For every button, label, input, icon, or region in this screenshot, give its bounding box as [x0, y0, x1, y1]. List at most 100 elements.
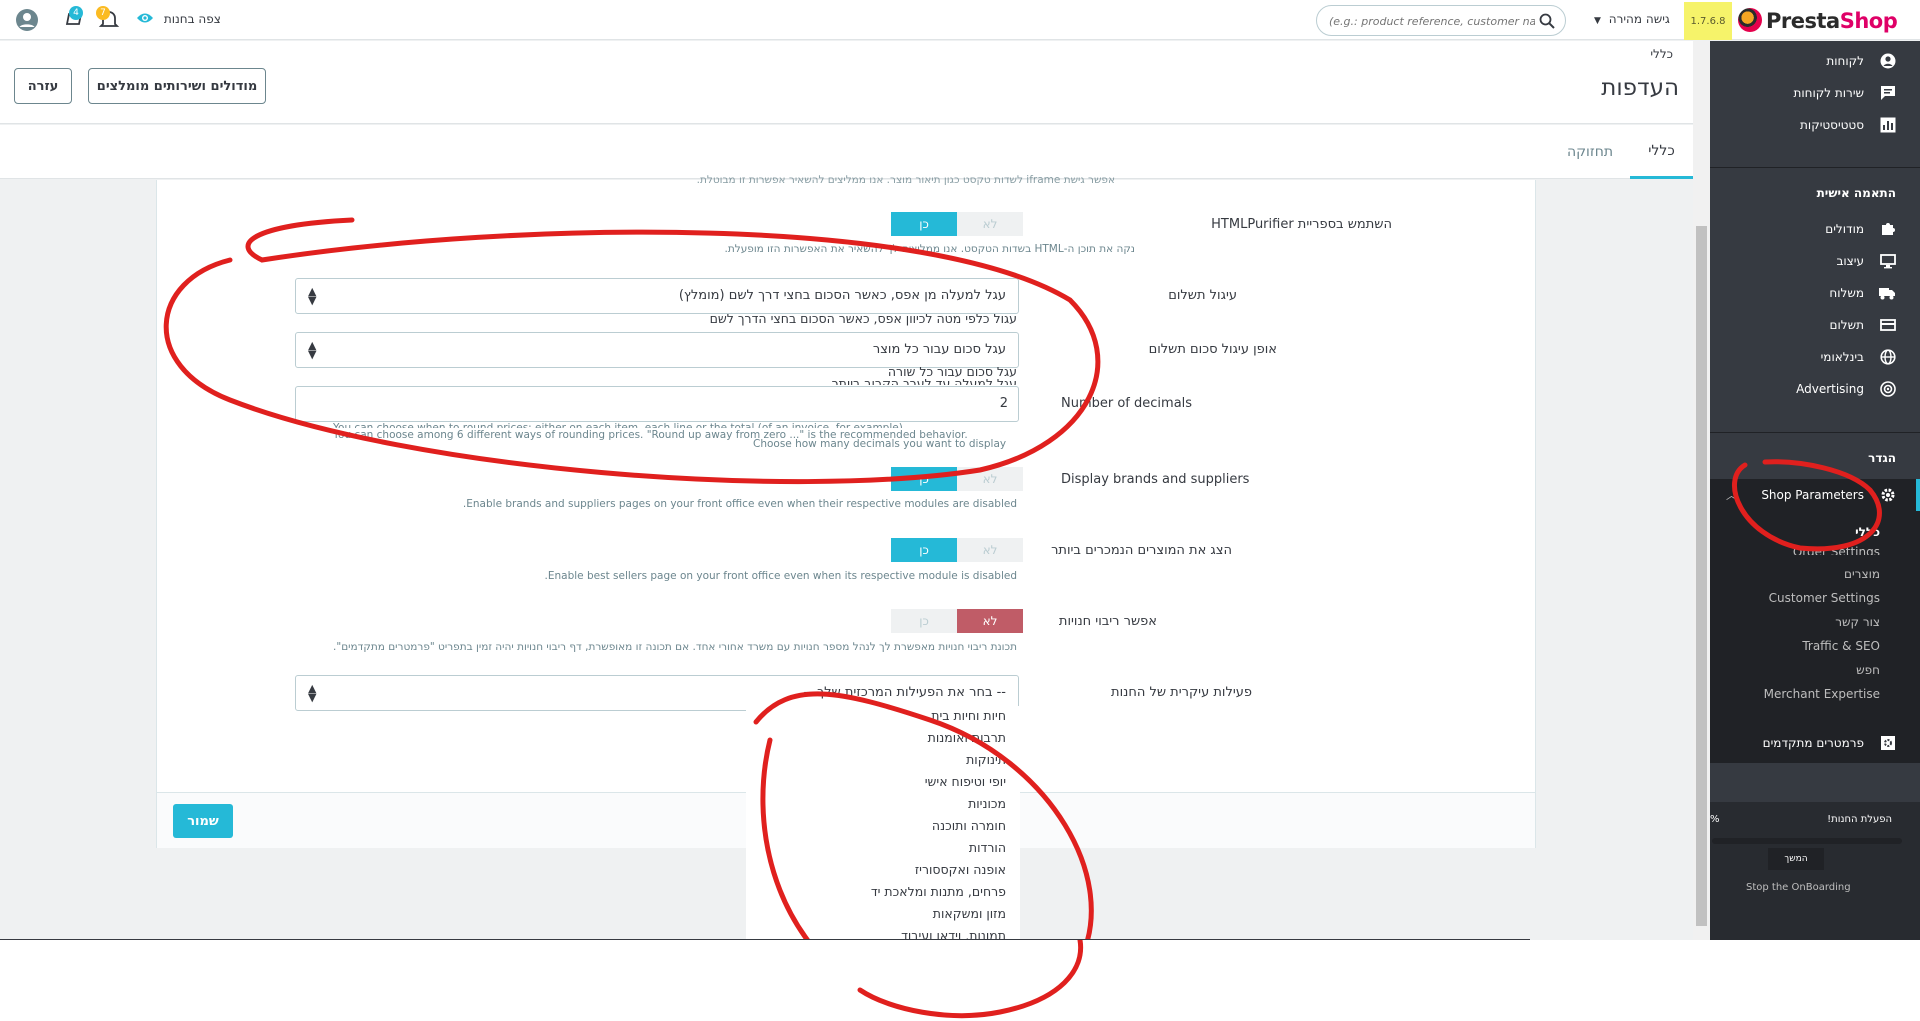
notifications-bell-icon[interactable]: 7 — [96, 6, 124, 32]
help-button[interactable]: עזרה — [14, 68, 72, 104]
notifications-badge: 7 — [96, 6, 110, 20]
round-mode-option[interactable]: עגול כלפי מטה לכיוון אפס, כאשר הסכום בחצ… — [710, 311, 1017, 326]
breadcrumb[interactable]: כללי — [1650, 47, 1673, 61]
onboarding-continue-button[interactable]: המשך — [1768, 848, 1824, 870]
bestsellers-no[interactable]: לא — [957, 538, 1023, 562]
activity-option[interactable]: הורדות — [969, 840, 1006, 855]
multistore-label: אפשר ריבוי חנויות — [1058, 614, 1157, 629]
bestsellers-toggle[interactable]: כן לא — [891, 538, 1023, 562]
puzzle-icon — [1880, 221, 1896, 237]
sidebar-active-group: Shop Parameters ︿ כללי Order Settings מו… — [1710, 479, 1920, 763]
brands-help: Enable brands and suppliers pages on you… — [462, 498, 1017, 510]
orders-icon[interactable]: 4 — [63, 6, 89, 32]
account-icon[interactable] — [15, 8, 39, 36]
activity-option[interactable]: חומרה ותוכנה — [932, 818, 1006, 833]
page-scrollbar[interactable] — [1693, 41, 1710, 940]
iframe-help-text: אפשר גישת iframe לשדות טקסט כגון תיאור מ… — [696, 174, 1115, 186]
sidebar-sub-general[interactable]: כללי — [1855, 525, 1880, 539]
chevron-up-icon[interactable]: ︿ — [1726, 487, 1737, 503]
logo-area[interactable]: 1.7.6.8 PrestaShop — [1684, 2, 1920, 40]
htmlpurifier-label: השתמש בספריית HTMLPurifier — [1211, 217, 1392, 232]
activity-option[interactable]: מכוניות — [968, 796, 1006, 811]
quick-access-menu[interactable]: גישה מהירה ▼ — [1594, 12, 1670, 26]
page-header: כללי העדפות מודולים ושירותים מומלצים עזר… — [0, 41, 1693, 124]
htmlpurifier-no[interactable]: לא — [957, 212, 1023, 236]
bar-chart-icon — [1880, 117, 1896, 133]
view-shop-link[interactable]: צפה בחנות — [136, 12, 221, 27]
activity-option[interactable]: יופי וטיפוח אישי — [925, 774, 1006, 789]
activity-option[interactable]: תרבות ואומנות — [928, 730, 1006, 745]
multistore-no[interactable]: לא — [957, 609, 1023, 633]
version-badge: 1.7.6.8 — [1684, 2, 1732, 40]
activity-option[interactable]: אופנה ואקססוריז — [915, 862, 1006, 877]
sidebar-item-advertising[interactable]: Advertising — [1710, 373, 1920, 405]
sidebar-item-customers[interactable]: לקוחות — [1710, 45, 1920, 77]
save-button[interactable]: שמור — [173, 804, 233, 838]
sidebar-sub-merchant-expertise[interactable]: Merchant Expertise — [1764, 687, 1880, 701]
sidebar-item-modules[interactable]: מודולים — [1710, 213, 1920, 245]
sidebar-item-customer-service[interactable]: שירות לקוחות — [1710, 77, 1920, 109]
search-icon[interactable] — [1539, 13, 1555, 29]
sidebar-item-label: סטטיסטיקות — [1800, 118, 1864, 132]
activity-option[interactable]: תינוקות — [966, 752, 1006, 767]
sidebar: לקוחות שירות לקוחות סטטיסטיקות התאמה איש… — [1710, 41, 1920, 940]
decimals-input[interactable]: 2 — [295, 386, 1019, 422]
sidebar-divider — [1710, 432, 1920, 433]
recommended-modules-button[interactable]: מודולים ושירותים מומלצים — [88, 68, 266, 104]
brands-yes[interactable]: כן — [891, 467, 957, 491]
tabs-bar: כללי תחזוקה — [0, 125, 1693, 179]
select-arrows-icon: ▲ ▼ — [308, 285, 317, 307]
annotation-overlay-bottom — [857, 940, 1084, 1019]
sidebar-item-shop-parameters[interactable]: Shop Parameters ︿ — [1710, 479, 1920, 511]
activity-label: פעילות עיקרית של החנות — [1111, 685, 1252, 700]
htmlpurifier-toggle[interactable]: כן לא — [891, 212, 1023, 236]
activity-option[interactable]: פרחים, מתנות ומלאכת יד — [871, 884, 1006, 899]
sidebar-sub-contact[interactable]: צור קשר — [1835, 615, 1880, 629]
round-mode-label: עיגול תשלום — [1168, 288, 1237, 303]
select-arrows-icon: ▲ ▼ — [308, 339, 317, 361]
onboarding-progress-bar — [1712, 838, 1902, 844]
activity-option[interactable]: חיות וחיות בית — [931, 708, 1006, 723]
sidebar-sub-products[interactable]: מוצרים — [1844, 567, 1880, 581]
tab-general[interactable]: כללי — [1630, 125, 1693, 179]
multistore-yes[interactable]: כן — [891, 609, 957, 633]
search-bar[interactable] — [1316, 5, 1566, 36]
sidebar-item-shipping[interactable]: משלוח — [1710, 277, 1920, 309]
multistore-toggle[interactable]: כן לא — [891, 609, 1023, 633]
htmlpurifier-yes[interactable]: כן — [891, 212, 957, 236]
tab-maintenance[interactable]: תחזוקה — [1552, 125, 1628, 179]
activity-option[interactable]: מזון ומשקאות — [933, 906, 1006, 921]
sidebar-sub-customer-settings[interactable]: Customer Settings — [1769, 591, 1880, 605]
multistore-help: תכונת ריבוי חנויות מאפשרת לך לנהל מספר ח… — [333, 641, 1017, 653]
bestsellers-yes[interactable]: כן — [891, 538, 957, 562]
activity-value: -- בחר את הפעילות המרכזית שלך -- — [803, 685, 1006, 700]
sidebar-item-label: משלוח — [1829, 286, 1864, 300]
brands-toggle[interactable]: כן לא — [891, 467, 1023, 491]
bestsellers-help: Enable best sellers page on your front o… — [544, 570, 1017, 582]
prestashop-logo: PrestaShop — [1766, 9, 1898, 33]
sidebar-item-advanced-parameters[interactable]: פרמטרים מתקדמים — [1710, 727, 1920, 759]
round-mode-select[interactable]: עגל למעלה מן אפס, כאשר הסכום בחצי דרך לש… — [295, 278, 1019, 314]
person-icon — [1880, 53, 1896, 69]
round-type-option-nearest[interactable]: עגל למעלה עד לערך הקרוב ביותר — [832, 376, 1017, 385]
sidebar-sub-order-settings[interactable]: Order Settings — [1793, 545, 1880, 555]
round-type-select[interactable]: עגל סכום עבור כל מוצר ▲ ▼ — [295, 332, 1019, 368]
truck-icon — [1879, 285, 1896, 301]
prestashop-logo-icon — [1738, 8, 1762, 32]
sidebar-sub-traffic-seo[interactable]: Traffic & SEO — [1802, 639, 1880, 653]
orders-badge: 4 — [69, 6, 83, 20]
sidebar-sub-search[interactable]: חפש — [1856, 663, 1880, 677]
brands-no[interactable]: לא — [957, 467, 1023, 491]
sidebar-section-customize: התאמה אישית — [1816, 186, 1896, 200]
sidebar-item-payment[interactable]: תשלום — [1710, 309, 1920, 341]
activity-dropdown-list: חיות וחיות בית תרבות ואומנות תינוקות יופ… — [746, 706, 1020, 940]
onboarding-panel: הפעלת החנות! % המשך Stop the OnBoarding — [1710, 802, 1920, 940]
blank-area — [0, 940, 1920, 1021]
page-title: העדפות — [1601, 75, 1679, 101]
search-input[interactable] — [1327, 12, 1537, 30]
sidebar-item-international[interactable]: בינלאומי — [1710, 341, 1920, 373]
scrollbar-thumb[interactable] — [1696, 226, 1707, 926]
sidebar-item-design[interactable]: עיצוב — [1710, 245, 1920, 277]
sidebar-item-stats[interactable]: סטטיסטיקות — [1710, 109, 1920, 141]
stop-onboarding-link[interactable]: Stop the OnBoarding — [1746, 882, 1851, 893]
